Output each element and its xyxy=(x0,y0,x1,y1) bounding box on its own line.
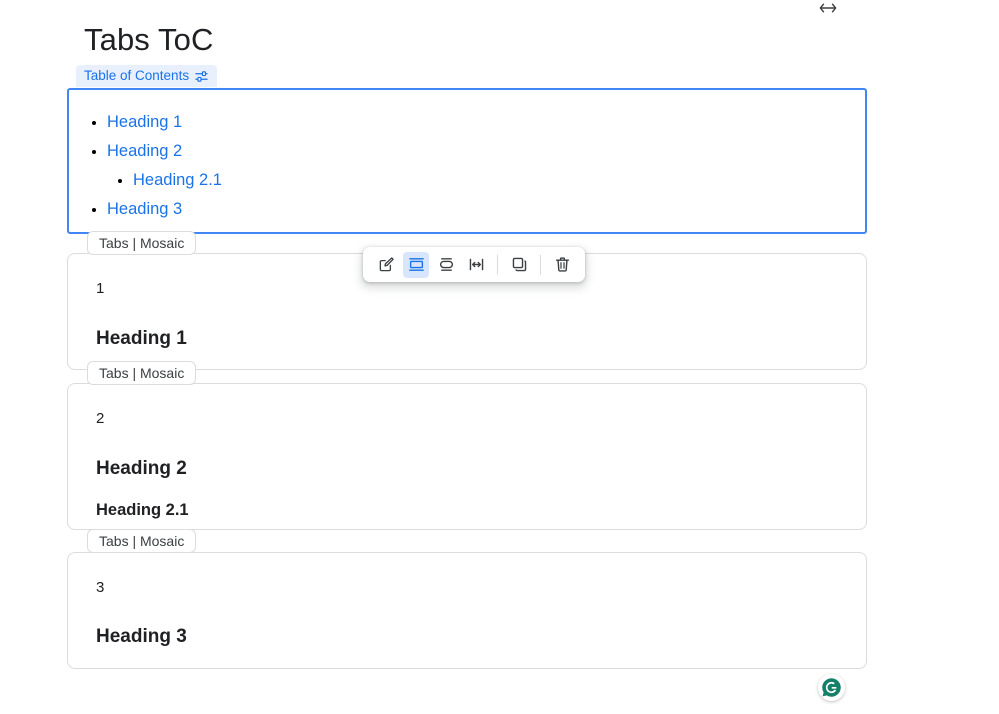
table-of-contents-panel: Heading 1 Heading 2 Heading 2.1 Heading … xyxy=(67,88,867,234)
mosaic-tab-label: Tabs | Mosaic xyxy=(99,362,184,384)
fit-width-icon[interactable] xyxy=(403,252,429,278)
section-block-3: 3 Heading 3 xyxy=(67,552,867,669)
horizontal-resize-arrows-icon[interactable] xyxy=(816,0,840,16)
toc-link-heading-3[interactable]: Heading 3 xyxy=(107,200,182,218)
list-item: Heading 2 Heading 2.1 xyxy=(107,137,865,195)
list-item: Heading 3 xyxy=(107,195,865,224)
floating-block-toolbar xyxy=(363,247,585,282)
toc-sublist: Heading 2.1 xyxy=(107,166,865,195)
tab-tabs-mosaic-3[interactable]: Tabs | Mosaic xyxy=(87,529,196,553)
section-heading: Heading 2 xyxy=(96,457,187,481)
duplicate-icon[interactable] xyxy=(506,252,532,278)
page-title: Tabs ToC xyxy=(84,22,213,58)
section-heading: Heading 1 xyxy=(96,327,187,351)
resize-width-icon[interactable] xyxy=(463,252,489,278)
tab-tabs-mosaic-2[interactable]: Tabs | Mosaic xyxy=(87,361,196,385)
mosaic-tab-label: Tabs | Mosaic xyxy=(99,530,184,552)
toc-link-heading-2[interactable]: Heading 2 xyxy=(107,142,182,160)
section-index: 2 xyxy=(96,409,104,429)
toc-tab-label: Table of Contents xyxy=(84,65,189,87)
toolbar-divider xyxy=(540,255,541,275)
section-heading: Heading 3 xyxy=(96,625,187,649)
grammarly-badge[interactable] xyxy=(818,674,845,701)
section-block-2: 2 Heading 2 Heading 2.1 xyxy=(67,383,867,530)
sliders-settings-icon xyxy=(195,70,208,83)
list-item: Heading 1 xyxy=(107,108,865,137)
section-index: 3 xyxy=(96,578,104,598)
toc-list: Heading 1 Heading 2 Heading 2.1 Heading … xyxy=(69,90,865,224)
list-item: Heading 2.1 xyxy=(133,166,865,195)
toc-link-heading-2-1[interactable]: Heading 2.1 xyxy=(133,171,222,189)
fit-content-icon[interactable] xyxy=(433,252,459,278)
tab-table-of-contents[interactable]: Table of Contents xyxy=(76,65,217,87)
page-root: Tabs ToC Table of Contents Heading 1 Hea… xyxy=(0,0,999,714)
section-index: 1 xyxy=(96,279,104,299)
mosaic-tab-label: Tabs | Mosaic xyxy=(99,232,184,254)
trash-icon[interactable] xyxy=(549,252,575,278)
edit-icon[interactable] xyxy=(373,252,399,278)
tab-tabs-mosaic-1[interactable]: Tabs | Mosaic xyxy=(87,231,196,255)
toolbar-divider xyxy=(497,255,498,275)
toc-link-heading-1[interactable]: Heading 1 xyxy=(107,113,182,131)
section-subheading: Heading 2.1 xyxy=(96,499,189,521)
